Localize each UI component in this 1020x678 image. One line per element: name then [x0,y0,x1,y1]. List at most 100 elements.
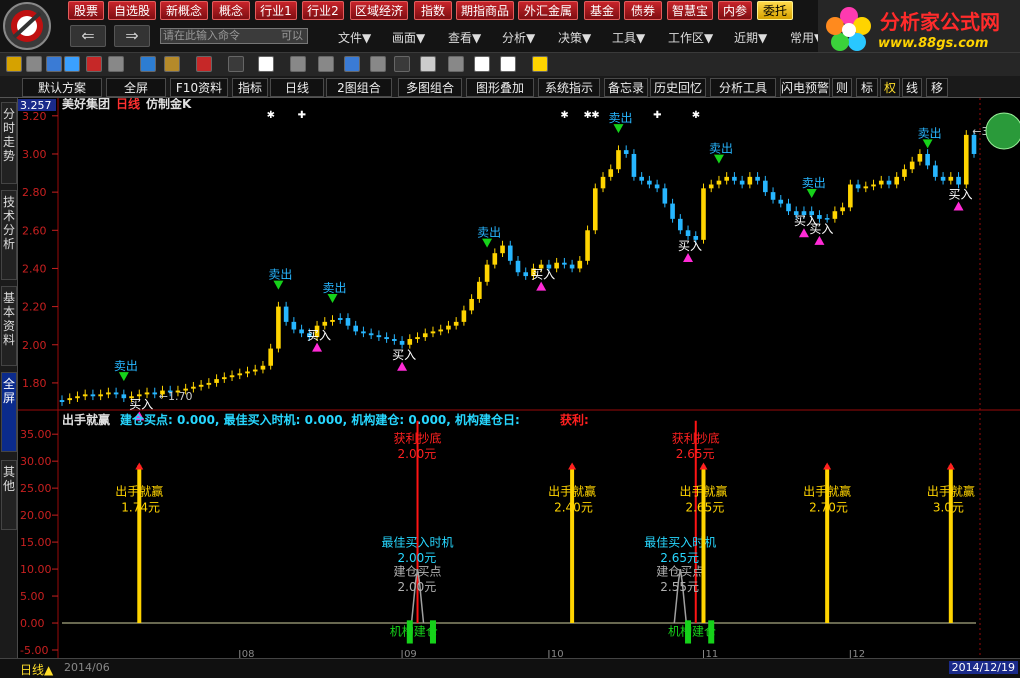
top-menu-1[interactable]: 画面▼ [392,29,425,46]
profit-price: 2.00元 [398,447,437,461]
toolbar-icon-11[interactable] [290,56,306,72]
toolbar-icon-10[interactable] [258,56,274,72]
toolbar-icon-16[interactable] [420,56,436,72]
tab-1[interactable]: 全屏 [106,78,166,97]
date-start: 2014/06 [64,661,110,674]
tab-16[interactable]: 线 [902,78,922,97]
tab-2[interactable]: F10资料 [170,78,228,97]
menu-button-11[interactable]: 债券 [624,1,662,20]
toolbar-icon-8[interactable] [196,56,212,72]
back-button[interactable]: ⇐ [70,25,106,47]
toolbar-icon-13[interactable] [344,56,360,72]
tab-6[interactable]: 多图组合 [398,78,462,97]
sidebar-tab-0[interactable]: 分时走势 [1,102,17,184]
date-label: 08 [242,649,255,658]
tab-15[interactable]: 权 [880,78,900,97]
price-tick-label: 2.00 [22,339,47,352]
candle-body [438,329,444,332]
tab-0[interactable]: 默认方案 [22,78,102,97]
top-menu-7[interactable]: 近期▼ [734,29,767,46]
candle-body [647,180,652,185]
tab-17[interactable]: 移 [926,78,948,97]
signal-price: 1.74元 [121,500,160,514]
brand-url[interactable]: www.88gs.com [878,36,988,51]
buy-label: 买入 [809,222,833,236]
toolbar-icon-7[interactable] [164,56,180,72]
candle-body [422,333,428,338]
menu-button-4[interactable]: 行业1 [255,1,297,20]
top-menu-bar: 股票 自选股 新概念 概念 行业1 行业2 区域经济 指数 期指商品 外汇金属 基金 债券 智慧宝 内参委… [0,0,1020,60]
menu-button-6[interactable]: 区域经济 [350,1,408,20]
tab-10[interactable]: 历史回忆 [650,78,706,97]
top-menu-2[interactable]: 查看▼ [448,29,481,46]
toolbar-icon-15[interactable] [394,56,410,72]
tab-7[interactable]: 图形叠加 [466,78,534,97]
top-menu-5[interactable]: 工具▼ [612,29,645,46]
toolbar-icon-5[interactable] [108,56,124,72]
candle-body [963,134,969,185]
tab-9[interactable]: 备忘录 [604,78,648,97]
top-menu-6[interactable]: 工作区▼ [668,29,713,46]
sell-label: 卖出 [802,176,826,190]
sidebar-tab-4[interactable]: 其他 [1,460,17,530]
menu-button-0[interactable]: 股票 [68,1,104,20]
candle-body [229,375,235,378]
tab-8[interactable]: 系统指示 [538,78,600,97]
top-menu-3[interactable]: 分析▼ [502,29,535,46]
top-menu-0[interactable]: 文件▼ [338,29,371,46]
toolbar-icon-3[interactable] [64,56,80,72]
menu-button-9[interactable]: 外汇金属 [518,1,578,20]
menu-button-2[interactable]: 新概念 [160,1,208,20]
menu-button-7[interactable]: 指数 [414,1,452,20]
candle-body [337,318,343,320]
ind-tick-label: -5.00 [20,644,48,657]
app-logo-icon[interactable] [2,1,52,51]
tab-14[interactable]: 标 [856,78,878,97]
tab-4[interactable]: 日线 [270,78,324,97]
candle-body [778,199,784,204]
toolbar-icon-4[interactable] [86,56,102,72]
candle-body [716,180,722,185]
chart-background [18,98,1020,658]
top-menu-4[interactable]: 决策▼ [558,29,591,46]
sidebar-tab-3[interactable]: 全屏 [1,372,17,452]
tab-5[interactable]: 2图组合 [326,78,392,97]
toolbar-icon-20[interactable] [532,56,548,72]
toolbar-icon-19[interactable] [500,56,516,72]
toolbar-icon-9[interactable] [228,56,244,72]
tab-3[interactable]: 指标 [232,78,268,97]
tab-11[interactable]: 分析工具 [710,78,776,97]
kline-chart[interactable]: 3.203.002.802.602.402.202.001.8035.0030.… [18,98,1020,658]
sidebar-tab-1[interactable]: 技术分析 [1,190,17,280]
candle-body [670,203,675,219]
signal-label: 出手就赢 [803,484,851,499]
forward-button[interactable]: ⇒ [114,25,150,47]
menu-button-5[interactable]: 行业2 [302,1,344,20]
ind-tick-label: 10.00 [20,563,52,576]
toolbar-icon-18[interactable] [474,56,490,72]
menu-button-12[interactable]: 智慧宝 [667,1,713,20]
menu-button-3[interactable]: 概念 [212,1,250,20]
toolbar-icon-17[interactable] [448,56,464,72]
command-input[interactable]: 请在此输入命令 可以 [160,28,308,44]
toolbar-icon-14[interactable] [370,56,386,72]
menu-button-8[interactable]: 期指商品 [456,1,514,20]
sidebar-tab-2[interactable]: 基本资料 [1,286,17,366]
menu-button-1[interactable]: 自选股 [108,1,156,20]
toolbar-icon-2[interactable] [46,56,62,72]
tab-12[interactable]: 闪电预警 [780,78,830,97]
tab-13[interactable]: 则 [832,78,852,97]
candle-body [739,180,745,185]
toolbar-icon-1[interactable] [26,56,42,72]
period-button[interactable]: 日线▲ [20,661,53,678]
menu-button-14[interactable]: 委托 [757,1,793,20]
toolbar-icon-6[interactable] [140,56,156,72]
candle-body [330,319,335,322]
signal-price: 2.40元 [554,500,593,514]
menu-button-10[interactable]: 基金 [584,1,620,20]
toolbar-icon-0[interactable] [6,56,22,72]
candle-body [121,394,127,399]
menu-button-13[interactable]: 内参 [718,1,752,20]
toolbar-icon-12[interactable] [318,56,334,72]
buy-label: 买入 [678,239,702,253]
